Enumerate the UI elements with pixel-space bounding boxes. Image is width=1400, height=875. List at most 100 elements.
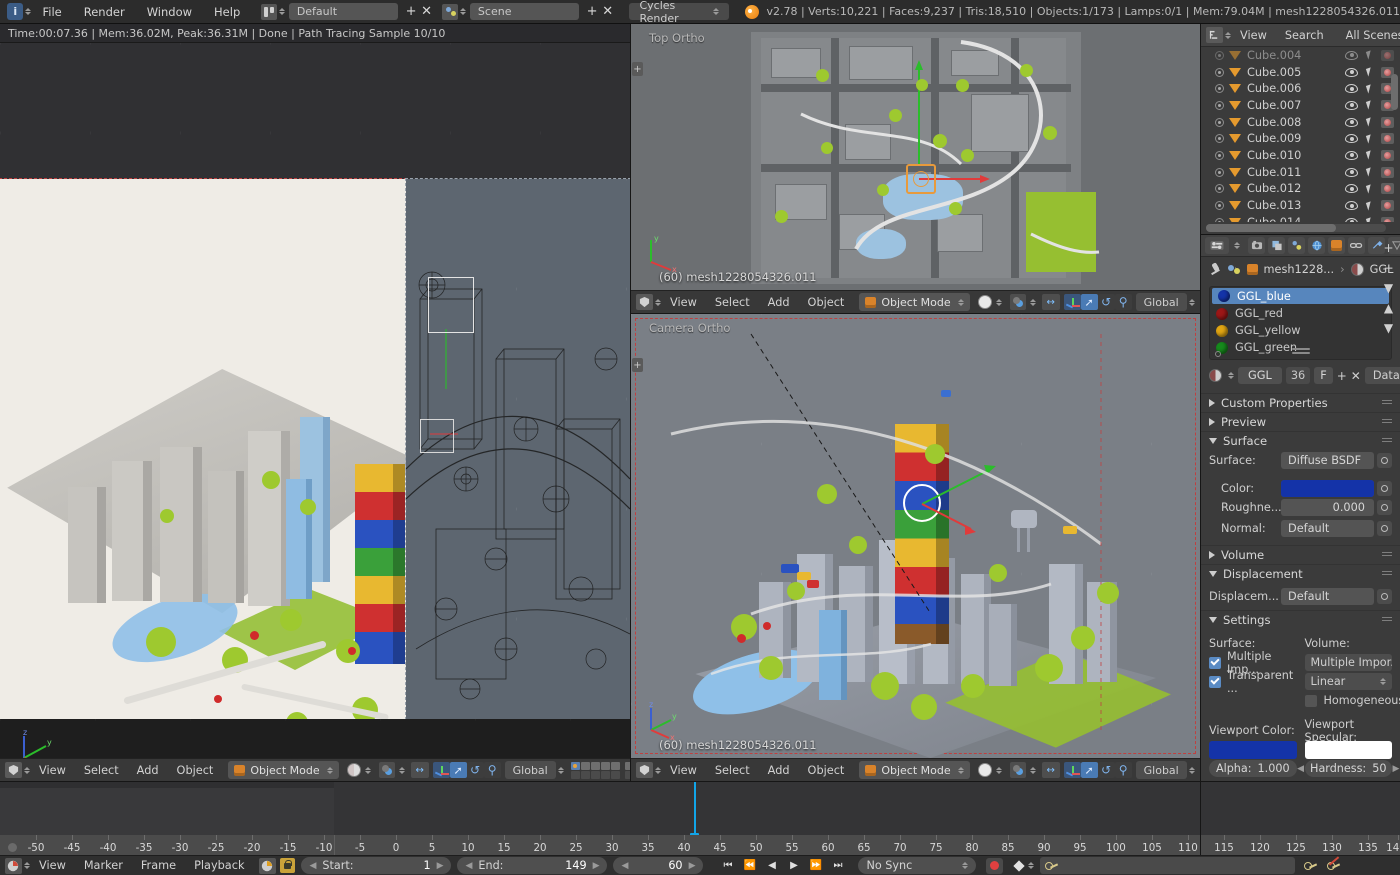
editor-type-icon[interactable] bbox=[5, 762, 22, 778]
renderable-icon[interactable] bbox=[1381, 149, 1394, 161]
object-properties-tab[interactable] bbox=[1328, 237, 1345, 254]
viewport-top-ortho[interactable]: Top Ortho + y x (60) mesh1228054326.011 bbox=[631, 24, 1200, 290]
timeline-menu-view[interactable]: View bbox=[30, 857, 75, 874]
displacement-select[interactable]: Default bbox=[1281, 587, 1392, 605]
renderable-icon[interactable] bbox=[1381, 183, 1394, 195]
outliner-row-cube013[interactable]: Cube.013 bbox=[1201, 197, 1400, 214]
timeline-menu-frame[interactable]: Frame bbox=[132, 857, 185, 874]
viewport-shading-icon-top[interactable] bbox=[977, 295, 992, 309]
manipulator-toggle-icon-camera[interactable]: ↔ bbox=[1041, 762, 1060, 778]
visibility-icon[interactable] bbox=[1345, 201, 1358, 211]
visibility-icon[interactable] bbox=[1345, 84, 1358, 94]
scene-icon[interactable] bbox=[442, 3, 458, 20]
expand-icon[interactable] bbox=[1215, 184, 1224, 194]
viewport-menu-add[interactable]: Add bbox=[128, 762, 168, 779]
viewport-top-menu-object[interactable]: Object bbox=[799, 294, 854, 311]
delete-scene-button[interactable]: ✕ bbox=[600, 3, 616, 20]
screen-layout-icon[interactable] bbox=[261, 3, 277, 20]
outliner-row-cube010[interactable]: Cube.010 bbox=[1201, 147, 1400, 164]
viewport-menu-select[interactable]: Select bbox=[75, 762, 128, 779]
render-properties-tab[interactable] bbox=[1248, 237, 1265, 254]
keying-set-spinner[interactable] bbox=[1028, 862, 1035, 869]
interaction-mode-select-camera[interactable]: Object Mode bbox=[859, 761, 970, 779]
timeline-editor[interactable]: -50 -45 -40 -35 -30 -25 -20 -15 -10 -5 0… bbox=[0, 782, 1400, 856]
constraints-tab[interactable] bbox=[1348, 237, 1365, 254]
link-socket-icon[interactable] bbox=[1377, 453, 1392, 468]
play-button[interactable]: ▶ bbox=[783, 858, 804, 874]
timeline-ruler[interactable]: -50 -45 -40 -35 -30 -25 -20 -15 -10 -5 0… bbox=[0, 835, 1400, 856]
renderable-icon[interactable] bbox=[1381, 116, 1394, 128]
link-socket-icon[interactable] bbox=[1377, 521, 1392, 536]
timeline-menu-playback[interactable]: Playback bbox=[185, 857, 253, 874]
selectable-icon[interactable] bbox=[1365, 117, 1374, 127]
viewport-wireframe[interactable] bbox=[405, 178, 630, 720]
menu-help[interactable]: Help bbox=[203, 2, 251, 22]
outliner-row-cube009[interactable]: Cube.009 bbox=[1201, 130, 1400, 147]
blender-info-icon[interactable]: i bbox=[7, 3, 24, 20]
link-socket-icon[interactable] bbox=[1377, 480, 1392, 496]
lock-time-icon[interactable] bbox=[280, 858, 296, 873]
outliner-editor-type-icon[interactable] bbox=[1206, 27, 1223, 43]
scale-manipulator-icon[interactable]: ↺ bbox=[466, 762, 484, 778]
panel-preview[interactable]: Preview bbox=[1201, 412, 1400, 431]
outliner-row-cube011[interactable]: Cube.011 bbox=[1201, 164, 1400, 181]
translate-manipulator-icon-top[interactable] bbox=[1063, 294, 1081, 310]
material-users-count[interactable]: 36 bbox=[1285, 367, 1311, 384]
selectable-icon[interactable] bbox=[1365, 100, 1374, 110]
transparent-shadows-row[interactable]: Transparent ... bbox=[1209, 669, 1297, 695]
viewport-camera-ortho[interactable]: Camera Ortho + z y x (60) mesh1228054326… bbox=[631, 314, 1200, 758]
timeline-editor-type-icon[interactable] bbox=[5, 857, 22, 874]
visibility-icon[interactable] bbox=[1345, 67, 1358, 77]
sync-mode-select[interactable]: No Sync bbox=[858, 857, 977, 874]
renderable-icon[interactable] bbox=[1381, 200, 1394, 212]
visibility-icon[interactable] bbox=[1345, 50, 1358, 60]
surface-color-swatch[interactable] bbox=[1281, 479, 1392, 497]
alpha-row[interactable]: Alpha: 1.000 bbox=[1209, 759, 1297, 778]
interaction-mode-select[interactable]: Object Mode bbox=[228, 761, 339, 779]
new-material-button[interactable]: + bbox=[1337, 368, 1347, 383]
panel-divider-top-camera[interactable] bbox=[631, 313, 1200, 314]
visibility-icon[interactable] bbox=[1345, 217, 1358, 222]
material-slot-list[interactable]: GGL_blue GGL_red GGL_yellow GGL_green bbox=[1209, 286, 1392, 360]
expand-icon[interactable] bbox=[1215, 50, 1224, 60]
outliner-row-cube008[interactable]: Cube.008 bbox=[1201, 114, 1400, 131]
layer-block-1[interactable] bbox=[570, 761, 620, 779]
jump-next-keyframe-button[interactable]: ⏩ bbox=[805, 858, 826, 874]
viewport-specular-swatch[interactable] bbox=[1304, 740, 1392, 759]
renderable-icon[interactable] bbox=[1381, 133, 1394, 145]
viewport-camera-menu-add[interactable]: Add bbox=[759, 762, 799, 779]
expand-icon[interactable] bbox=[1215, 167, 1224, 177]
material-fake-user-toggle[interactable]: F bbox=[1314, 367, 1333, 384]
add-material-slot-button[interactable]: + bbox=[1381, 240, 1396, 255]
outliner-tree[interactable]: Cube.004 Cube.005 Cube.006 Cube.007 Cube… bbox=[1201, 47, 1400, 222]
volume-interpolation-row[interactable]: Linear bbox=[1304, 672, 1392, 691]
outliner-menu-view[interactable]: View bbox=[1231, 27, 1276, 44]
scale-manipulator-icon-top[interactable]: ↺ bbox=[1097, 294, 1115, 310]
viewport-shading-icon[interactable] bbox=[346, 763, 361, 777]
timeline-scroll-dot[interactable] bbox=[8, 843, 17, 852]
interaction-mode-select-top[interactable]: Object Mode bbox=[859, 293, 970, 311]
viewport-specular-row[interactable] bbox=[1304, 740, 1392, 759]
viewport-top-menu-view[interactable]: View bbox=[661, 294, 706, 311]
expand-icon[interactable] bbox=[1215, 217, 1224, 222]
manipulator-toggle-icon[interactable]: ↔ bbox=[410, 762, 429, 778]
selectable-icon[interactable] bbox=[1365, 217, 1374, 222]
menu-window[interactable]: Window bbox=[136, 2, 203, 22]
pin-icon[interactable] bbox=[1209, 263, 1222, 276]
renderable-icon[interactable] bbox=[1381, 216, 1394, 222]
outliner-row-cube007[interactable]: Cube.007 bbox=[1201, 97, 1400, 114]
outliner-horizontal-scrollbar[interactable] bbox=[1206, 224, 1386, 232]
pivot-point-icon-camera[interactable] bbox=[1009, 762, 1026, 778]
add-screen-button[interactable]: + bbox=[403, 3, 419, 20]
expand-icon[interactable] bbox=[1215, 117, 1224, 127]
link-socket-icon[interactable] bbox=[1377, 588, 1392, 604]
outliner-display-mode[interactable]: All Scenes bbox=[1337, 27, 1400, 44]
translate-manipulator-icon-camera[interactable] bbox=[1063, 762, 1081, 778]
material-list-filter-icon[interactable] bbox=[1215, 351, 1221, 357]
viewport-menu-view[interactable]: View bbox=[30, 762, 75, 779]
move-slot-up-button[interactable]: ▲ bbox=[1381, 300, 1396, 315]
material-name-field[interactable]: GGL bbox=[1238, 367, 1282, 384]
start-frame-field[interactable]: ◀ Start: 1 ▶ bbox=[301, 857, 452, 874]
transform-orientation-select[interactable]: Global bbox=[504, 761, 556, 779]
insert-keyframe-icon[interactable] bbox=[1303, 858, 1318, 873]
